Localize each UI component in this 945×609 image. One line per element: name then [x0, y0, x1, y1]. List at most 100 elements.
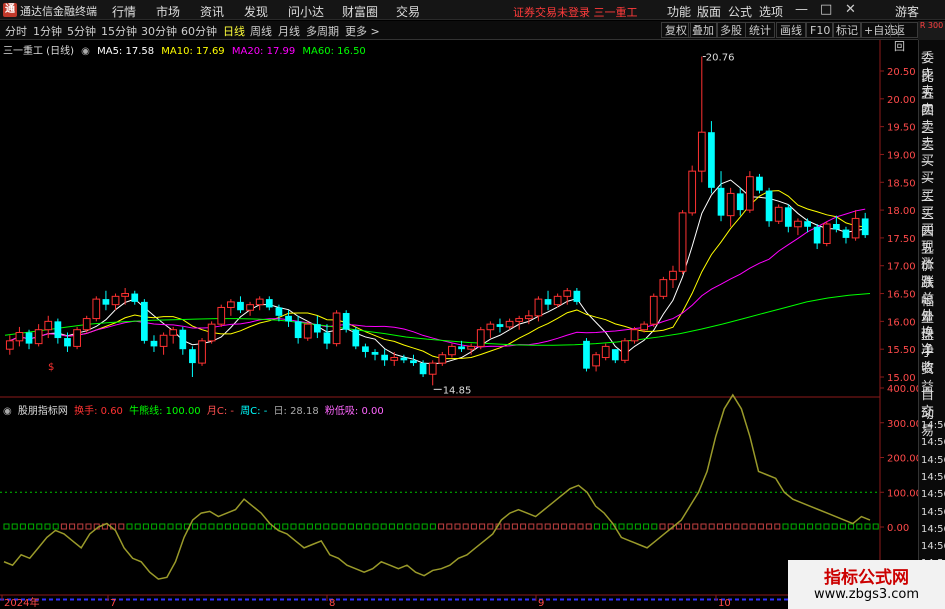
period-60min[interactable]: 60分钟 [181, 23, 217, 39]
price-axis-label: 16.50 [887, 290, 916, 301]
menu-trade[interactable]: 交易 [396, 3, 420, 20]
candle-body [458, 346, 465, 350]
period-15min[interactable]: 15分钟 [101, 23, 137, 39]
zero-marker [733, 523, 740, 530]
candle-body [207, 323, 216, 342]
back-button[interactable]: 返回 [890, 22, 918, 53]
menu-wealth[interactable]: 财富圈 [342, 3, 378, 20]
menu-quotes[interactable]: 行情 [112, 3, 136, 20]
zero-marker [167, 523, 174, 530]
zero-marker [142, 523, 149, 530]
candle-body [726, 192, 735, 217]
side-panel-item[interactable]: 14:56 [921, 472, 945, 483]
menu-assistant[interactable]: 问小达 [288, 3, 324, 20]
expand-icon[interactable]: ◉ [81, 46, 90, 57]
mark-button[interactable]: 标记 [832, 22, 862, 38]
indicator-icon[interactable]: ◉ [3, 406, 12, 417]
candle-body [82, 318, 91, 331]
overlay-button[interactable]: 叠加 [688, 22, 718, 38]
candle-body [92, 298, 101, 320]
zero-marker [544, 523, 551, 530]
zero-marker [700, 523, 707, 530]
candle-body [265, 299, 273, 308]
side-panel-item[interactable]: 14:56 [921, 524, 945, 535]
candle-body [159, 334, 168, 347]
candle-body [592, 354, 600, 367]
candle-body [198, 340, 206, 364]
period-monthly[interactable]: 月线 [278, 23, 300, 39]
price-axis-label: 15.50 [887, 345, 916, 356]
candle-body [784, 207, 792, 227]
side-panel-item[interactable]: 14:56 [921, 455, 945, 466]
menu-function[interactable]: 功能 [667, 3, 691, 20]
zero-marker [315, 523, 322, 530]
period-more[interactable]: 更多 > [345, 23, 380, 39]
period-daily[interactable]: 日线 [223, 23, 245, 39]
candle-body [736, 193, 744, 211]
zero-marker [85, 523, 92, 530]
adjust-button[interactable]: 复权 [661, 22, 691, 38]
zero-marker [60, 523, 67, 530]
f10-button[interactable]: F10 [806, 22, 835, 38]
stats-button[interactable]: 统计 [745, 22, 775, 38]
period-1min[interactable]: 1分钟 [33, 23, 62, 39]
period-5min[interactable]: 5分钟 [67, 23, 96, 39]
draw-button[interactable]: 画线 [776, 22, 806, 38]
side-panel-item[interactable]: 14:56 [921, 420, 945, 431]
side-panel-item[interactable]: 14:56 [921, 541, 945, 552]
indicator-axis-label: 100.00 [887, 488, 918, 499]
candle-body [294, 321, 302, 339]
candle-body [708, 132, 715, 188]
low-zone-value: 粉低吸: 0.00 [324, 406, 384, 417]
zero-marker [749, 523, 756, 530]
side-panel-item[interactable]: 14:56 [921, 507, 945, 518]
menu-layout[interactable]: 版面 [697, 3, 721, 20]
candle-body [861, 218, 869, 236]
menu-news[interactable]: 资讯 [200, 3, 224, 20]
candle-body [428, 362, 437, 375]
candle-body [169, 329, 178, 336]
candle-body [140, 301, 148, 341]
candle-body [131, 293, 139, 302]
indicator-header: ◉ 股朋指标网 换手: 0.60 牛熊线: 100.00 月C: - 周C: -… [3, 402, 387, 417]
menu-discover[interactable]: 发现 [244, 3, 268, 20]
candle-body [390, 357, 399, 361]
maximize-icon[interactable]: □ [820, 2, 832, 17]
zero-marker [528, 523, 535, 530]
minimize-icon[interactable]: — [795, 2, 808, 17]
user-label[interactable]: 游客 [895, 3, 919, 20]
candle-body [649, 295, 658, 325]
zero-marker [364, 523, 371, 530]
zero-marker [372, 523, 379, 530]
candle-body [553, 295, 562, 306]
chart-area[interactable]: 20.50 20.00 19.50 19.00 18.50 18.00 17.50 17.00… [0, 40, 918, 609]
zero-marker [815, 523, 822, 530]
menu-market[interactable]: 市场 [156, 3, 180, 20]
price-axis-label: 18.00 [887, 206, 916, 217]
side-panel-item[interactable]: 14:56 [921, 437, 945, 448]
period-toolbar: 分时 1分钟 5分钟 15分钟 30分钟 60分钟 日线 周线 月线 多周期 更… [0, 21, 918, 53]
multi-stock-button[interactable]: 多股 [716, 22, 746, 38]
app-title: 通达信金融终端 [20, 5, 97, 18]
zero-marker [643, 523, 650, 530]
zero-marker [585, 523, 592, 530]
period-30min[interactable]: 30分钟 [141, 23, 177, 39]
zero-marker [823, 523, 830, 530]
candle-body [813, 226, 821, 244]
candle-body [756, 176, 763, 191]
sidebar-head[interactable]: R 300 [918, 21, 945, 40]
zero-marker [118, 523, 125, 530]
candle-body [563, 290, 572, 297]
stock-name[interactable]: 三一重工 (日线) [3, 46, 74, 57]
period-tick[interactable]: 分时 [5, 23, 27, 39]
period-multi[interactable]: 多周期 [306, 23, 339, 39]
close-icon[interactable]: ✕ [845, 2, 856, 17]
side-panel-item[interactable]: 14:56 [921, 489, 945, 500]
period-weekly[interactable]: 周线 [250, 23, 272, 39]
indicator-name[interactable]: 股朋指标网 [18, 406, 68, 417]
buy-marker: $ [48, 362, 54, 373]
date-axis-label: 9 [538, 598, 544, 609]
menu-formula[interactable]: 公式 [728, 3, 752, 20]
menu-options[interactable]: 选项 [759, 3, 783, 20]
zero-marker [28, 523, 35, 530]
